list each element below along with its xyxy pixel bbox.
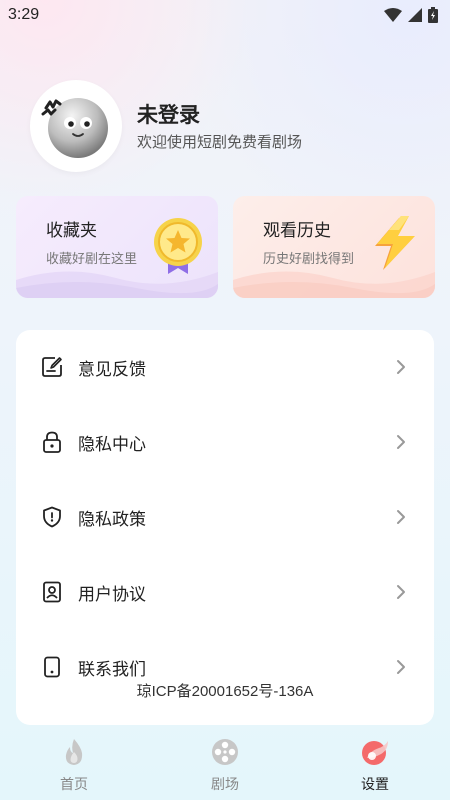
lightning-icon [375, 216, 415, 270]
flame-icon [65, 739, 83, 765]
menu-item-user-agreement[interactable]: 用户协议 [16, 567, 434, 617]
default-avatar-icon [41, 98, 108, 158]
tab-settings[interactable]: 设置 [335, 738, 415, 794]
menu-item-label: 隐私中心 [78, 434, 146, 455]
user-agreement-icon [40, 580, 64, 604]
menu-item-privacy-center[interactable]: 隐私中心 [16, 417, 434, 467]
chevron-right-icon [397, 510, 405, 524]
bottom-tab-bar: 首页 剧场 设置 [0, 728, 450, 800]
chevron-right-icon [397, 435, 405, 449]
profile-text: 未登录 欢迎使用短剧免费看剧场 [137, 101, 302, 152]
status-bar: 3:29 [0, 0, 450, 30]
favorites-card[interactable]: 收藏夹 收藏好剧在这里 [16, 196, 218, 298]
tab-theater[interactable]: 剧场 [185, 738, 265, 794]
settings-menu: 意见反馈 隐私中心 隐私政策 用户协议 联系我们 [16, 330, 434, 725]
chevron-right-icon [397, 360, 405, 374]
menu-item-label: 用户协议 [78, 584, 146, 605]
wifi-icon [384, 8, 402, 22]
tab-label: 设置 [361, 777, 389, 793]
battery-icon [428, 7, 438, 23]
signal-icon [408, 8, 422, 22]
medal-icon [154, 218, 202, 274]
film-reel-icon [212, 739, 238, 765]
history-card[interactable]: 观看历史 历史好剧找得到 [233, 196, 435, 298]
chevron-right-icon [397, 585, 405, 599]
menu-item-label: 隐私政策 [78, 509, 146, 530]
profile-section[interactable]: 未登录 欢迎使用短剧免费看剧场 [30, 80, 430, 172]
avatar[interactable] [30, 80, 122, 172]
menu-item-feedback[interactable]: 意见反馈 [16, 342, 434, 392]
chevron-right-icon [397, 660, 405, 674]
tab-label: 首页 [60, 777, 88, 793]
status-icons [384, 7, 438, 23]
menu-item-privacy-policy[interactable]: 隐私政策 [16, 492, 434, 542]
profile-name[interactable]: 未登录 [137, 101, 302, 129]
tab-label: 剧场 [211, 777, 239, 793]
lock-icon [40, 430, 64, 454]
status-time: 3:29 [8, 6, 40, 23]
feedback-icon [40, 355, 64, 379]
icp-license-text: 琼ICP备20001652号-136A [136, 683, 314, 700]
tab-home[interactable]: 首页 [34, 738, 114, 794]
settings-icon [362, 741, 388, 765]
menu-item-label: 意见反馈 [78, 359, 146, 380]
profile-subtitle: 欢迎使用短剧免费看剧场 [137, 132, 303, 151]
menu-item-label: 联系我们 [78, 659, 146, 680]
shield-icon [40, 505, 64, 529]
phone-icon [40, 655, 64, 679]
